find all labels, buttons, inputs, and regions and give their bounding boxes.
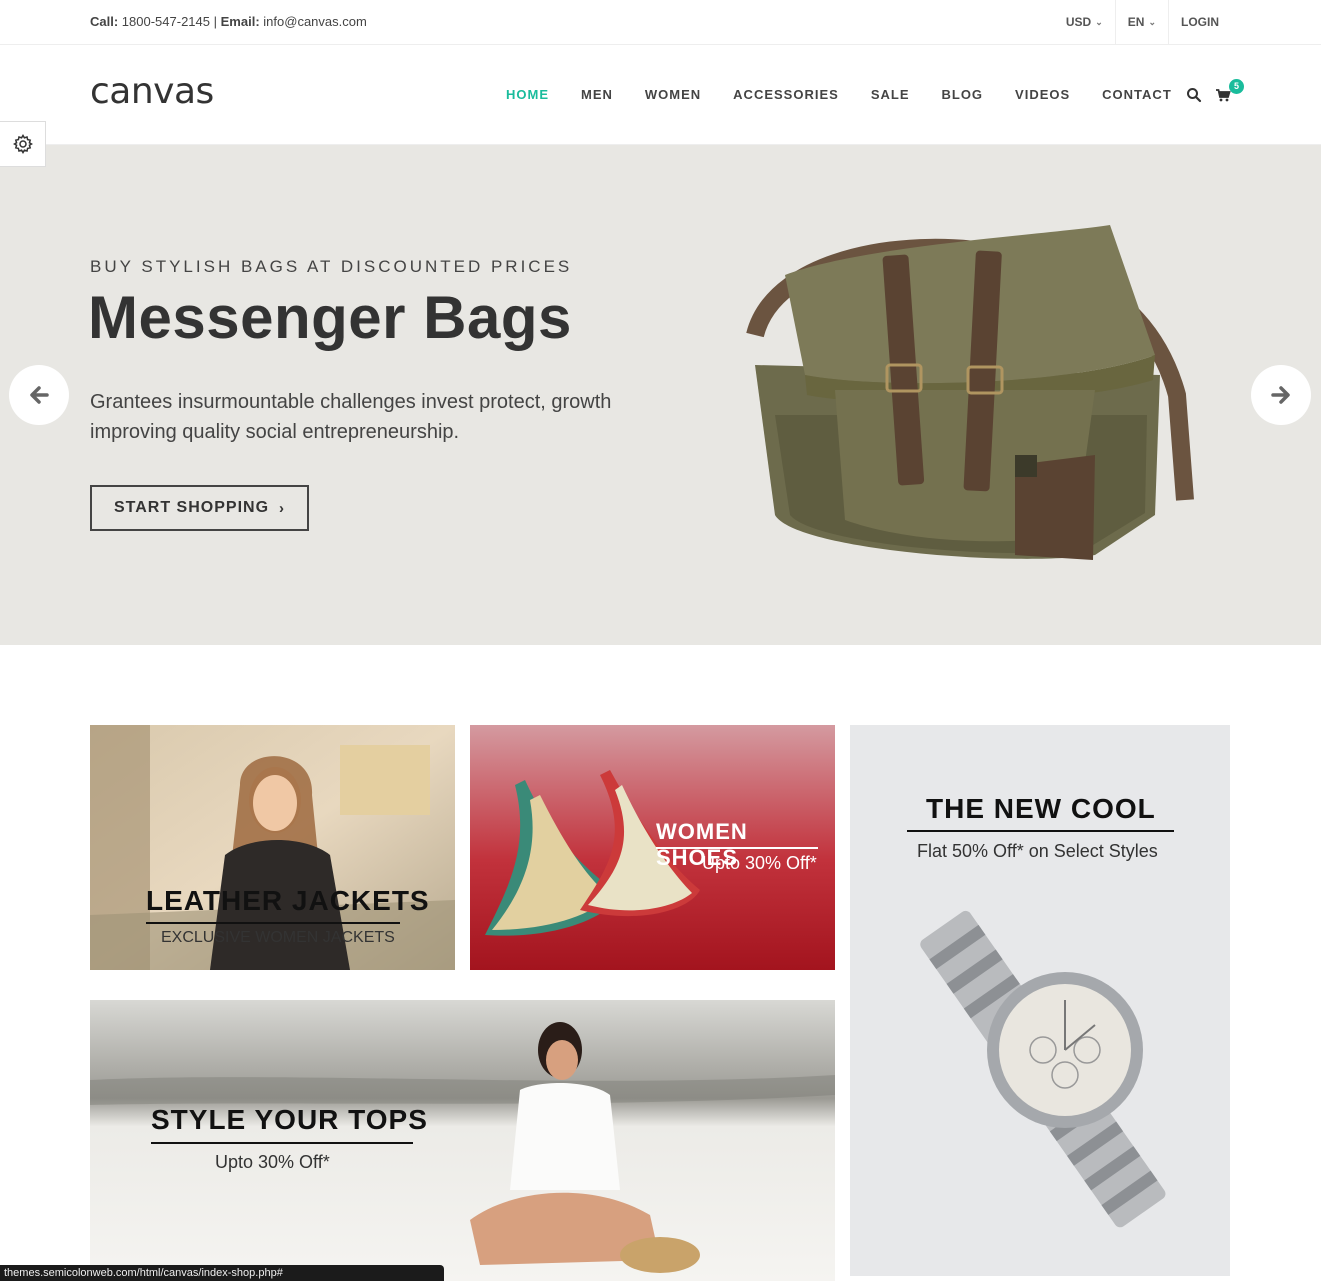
beach-tops-image [90,1000,835,1281]
hero-title: Messenger Bags [88,284,572,351]
settings-toggle[interactable] [0,121,46,167]
chevron-down-icon: ⌄ [1095,16,1103,27]
nav-sale[interactable]: SALE [855,87,926,102]
tops-title: STYLE YOUR TOPS [151,1104,428,1135]
shoes-subtitle: Upto 30% Off* [702,853,817,873]
nav-accessories[interactable]: ACCESSORIES [717,87,855,102]
cool-title: THE NEW COOL [926,793,1156,824]
tops-subtitle: Upto 30% Off* [215,1152,330,1172]
main-header: canvas HOME MEN WOMEN ACCESSORIES SALE B… [0,45,1321,145]
cool-divider [907,830,1174,832]
promo-leather-jackets[interactable]: LEATHER JACKETS EXCLUSIVE WOMEN JACKETS [90,725,455,970]
contact-separator: | [213,14,218,29]
chevron-down-icon: ⌄ [1148,16,1156,27]
login-link[interactable]: LOGIN [1168,0,1231,44]
arrow-left-icon [30,386,49,404]
nav-women[interactable]: WOMEN [629,87,717,102]
contact-info: Call: 1800-547-2145 | Email: info@canvas… [90,14,367,29]
email-address[interactable]: info@canvas.com [263,14,367,29]
currency-label: USD [1065,15,1092,29]
promo-style-your-tops[interactable]: STYLE YOUR TOPS Upto 30% Off* [90,1000,835,1281]
shoes-divider [656,847,818,849]
site-logo[interactable]: canvas [90,71,214,112]
email-label: Email: [220,14,260,29]
nav-home[interactable]: HOME [490,87,565,102]
cta-label: START SHOPPING [113,499,270,516]
currency-dropdown[interactable]: USD ⌄ [1054,0,1115,44]
top-links: USD ⌄ EN ⌄ LOGIN [1054,0,1231,44]
language-dropdown[interactable]: EN ⌄ [1114,0,1168,44]
nav-videos[interactable]: VIDEOS [999,87,1086,102]
search-icon[interactable] [1186,87,1202,103]
phone-number[interactable]: 1800-547-2145 [122,14,210,29]
leather-title: LEATHER JACKETS [146,885,430,916]
top-bar: Call: 1800-547-2145 | Email: info@canvas… [0,0,1321,45]
nav-blog[interactable]: BLOG [925,87,999,102]
hero-kicker: BUY STYLISH BAGS AT DISCOUNTED PRICES [90,257,573,276]
slider-prev-button[interactable] [9,365,69,425]
start-shopping-button[interactable]: START SHOPPING › [90,485,309,531]
leather-subtitle: EXCLUSIVE WOMEN JACKETS [161,929,395,946]
language-label: EN [1127,15,1145,29]
messenger-bag-image [746,225,1194,560]
nav-men[interactable]: MEN [565,87,629,102]
promo-women-shoes[interactable]: WOMEN SHOES Upto 30% Off* [470,725,835,970]
hero-description: Grantees insurmountable challenges inves… [90,391,612,443]
nav-contact[interactable]: CONTACT [1086,87,1188,102]
cool-subtitle: Flat 50% Off* on Select Styles [917,841,1158,861]
slider-next-button[interactable] [1251,365,1311,425]
arrow-right-icon [1271,386,1290,404]
browser-status-bar: themes.semicolonweb.com/html/canvas/inde… [0,1265,444,1281]
main-nav: HOME MEN WOMEN ACCESSORIES SALE BLOG VID… [490,45,1188,143]
cart-count-badge: 5 [1229,79,1244,94]
promo-the-new-cool[interactable]: THE NEW COOL Flat 50% Off* on Select Sty… [850,725,1230,1276]
leather-divider [146,922,400,924]
hero-slider: BUY STYLISH BAGS AT DISCOUNTED PRICES Me… [0,145,1321,645]
chevron-right-icon: › [279,499,286,517]
call-label: Call: [90,14,119,29]
gear-icon [12,134,33,154]
tops-divider [151,1142,413,1144]
